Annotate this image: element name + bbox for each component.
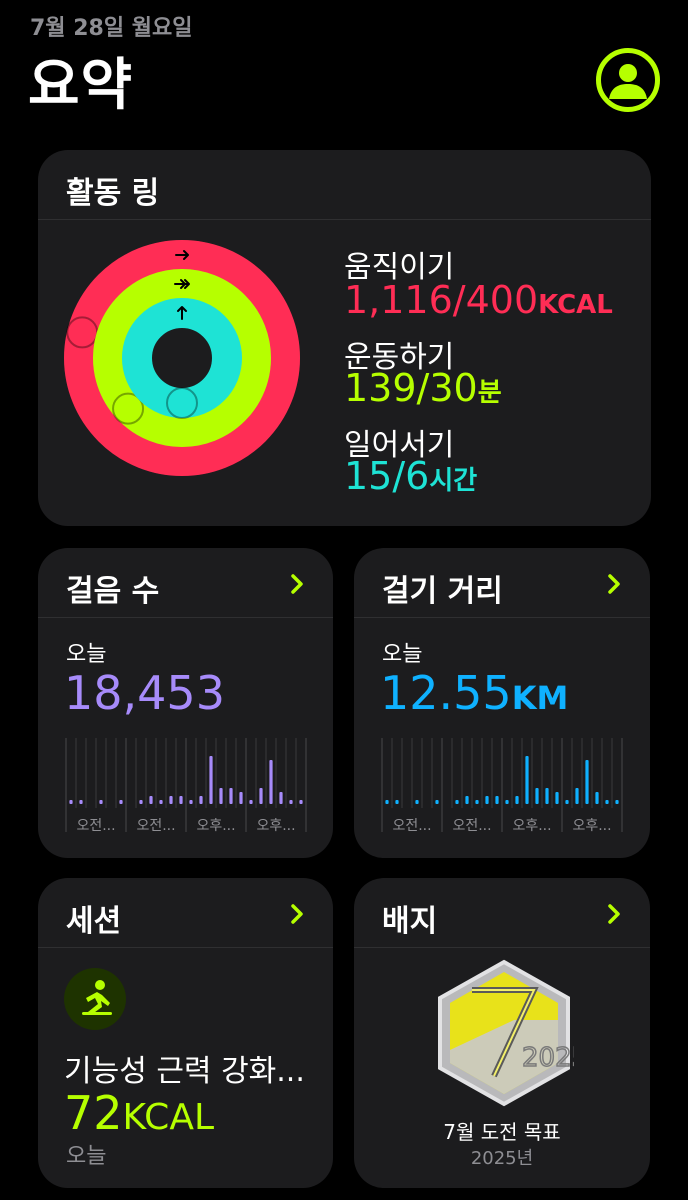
page-title: 요약	[28, 53, 134, 118]
card-header: 걸음 수	[38, 548, 333, 618]
hour-bar	[495, 796, 499, 804]
hour-bar	[119, 800, 123, 804]
axis-label: 오후...	[512, 818, 551, 834]
hour-bar	[269, 760, 273, 804]
hour-bar	[595, 792, 599, 804]
session-calories: 72KCAL	[64, 1086, 215, 1140]
hour-bar	[69, 800, 73, 804]
walking-distance-card[interactable]: 걸기 거리 오늘 12.55KM 오전... 오전... 오후... 오후...	[354, 548, 650, 858]
hour-bar	[289, 800, 293, 804]
hour-bar	[515, 796, 519, 804]
hour-bar	[179, 796, 183, 804]
chevron-right-icon[interactable]	[283, 900, 311, 928]
hour-bar	[159, 800, 163, 804]
move-ring-end	[66, 316, 99, 349]
axis-label: 오전...	[392, 818, 431, 834]
hour-bar	[139, 800, 143, 804]
session-card[interactable]: 세션 기능성 근력 강화... 72KCAL 오늘	[38, 878, 333, 1188]
profile-button[interactable]	[596, 48, 660, 112]
hour-bar	[79, 800, 83, 804]
hour-bar	[535, 788, 539, 804]
hour-bar	[169, 796, 173, 804]
steps-chart: 오전... 오전... 오후... 오후...	[65, 738, 307, 834]
card-title: 걸음 수	[66, 574, 160, 609]
hour-bar	[219, 788, 223, 804]
session-name: 기능성 근력 강화...	[64, 1054, 305, 1089]
axis-label: 오후...	[196, 818, 235, 834]
hour-bar	[279, 792, 283, 804]
hour-bar	[385, 800, 389, 804]
hour-bar	[475, 800, 479, 804]
hour-bar	[565, 800, 569, 804]
hour-bar	[395, 800, 399, 804]
card-title: 걸기 거리	[382, 574, 503, 609]
hour-bar	[455, 800, 459, 804]
chevron-right-icon[interactable]	[283, 570, 311, 598]
hour-bar	[99, 800, 103, 804]
axis-label: 오후...	[572, 818, 611, 834]
hour-bar	[465, 796, 469, 804]
card-header: 활동 링	[38, 150, 651, 220]
stand-value: 15/6시간	[344, 454, 478, 498]
card-title: 세션	[66, 904, 122, 939]
hour-bar	[555, 792, 559, 804]
axis-label: 오후...	[256, 818, 295, 834]
hour-bar	[435, 800, 439, 804]
person-icon	[609, 64, 647, 99]
hour-bar	[415, 800, 419, 804]
hour-bar	[485, 796, 489, 804]
strength-workout-icon	[64, 968, 126, 1030]
hour-bar	[199, 796, 203, 804]
hour-bar	[209, 756, 213, 804]
axis-label: 오전...	[452, 818, 491, 834]
activity-rings-card[interactable]: 활동 링 움직이기 1,116/400KCAL 운동하기 139/30분 일어서…	[38, 150, 651, 526]
today-label: 오늘	[382, 642, 423, 667]
badge-name: 7월 도전 목표	[443, 1120, 561, 1144]
card-header: 세션	[38, 878, 333, 948]
chevron-right-icon[interactable]	[600, 900, 628, 928]
hour-bar	[525, 756, 529, 804]
card-title: 배지	[382, 904, 438, 939]
card-title: 활동 링	[66, 176, 160, 211]
hour-bar	[259, 788, 263, 804]
hour-bar	[229, 788, 233, 804]
move-value: 1,116/400KCAL	[344, 278, 613, 322]
hour-bar	[575, 788, 579, 804]
hour-bar	[605, 800, 609, 804]
hour-bar	[505, 800, 509, 804]
date-label: 7월 28일 월요일	[30, 16, 193, 41]
card-header: 배지	[354, 878, 650, 948]
distance-value: 12.55KM	[380, 666, 569, 720]
distance-chart: 오전... 오전... 오후... 오후...	[381, 738, 623, 834]
steps-value: 18,453	[64, 666, 225, 720]
axis-label: 오전...	[136, 818, 175, 834]
hour-bar	[249, 800, 253, 804]
activity-rings	[64, 240, 300, 476]
svg-text:2025: 2025	[522, 1043, 574, 1073]
axis-label: 오전...	[76, 818, 115, 834]
chevron-right-icon[interactable]	[600, 570, 628, 598]
hour-bar	[299, 800, 303, 804]
steps-card[interactable]: 걸음 수 오늘 18,453 오전... 오전... 오후... 오후...	[38, 548, 333, 858]
card-header: 걸기 거리	[354, 548, 650, 618]
hour-bar	[149, 796, 153, 804]
today-label: 오늘	[66, 642, 107, 667]
hour-bar	[239, 792, 243, 804]
hour-bar	[585, 760, 589, 804]
badge-year: 2025년	[470, 1148, 534, 1169]
session-date: 오늘	[66, 1144, 107, 1169]
hour-bar	[189, 800, 193, 804]
badges-card[interactable]: 배지 2025 7월 도전 목표 2025년	[354, 878, 650, 1188]
hour-bar	[545, 788, 549, 804]
july-challenge-badge-icon: 2025	[438, 959, 574, 1107]
hour-bar	[615, 800, 619, 804]
exercise-value: 139/30분	[344, 366, 502, 410]
stand-ring-end	[166, 387, 198, 419]
